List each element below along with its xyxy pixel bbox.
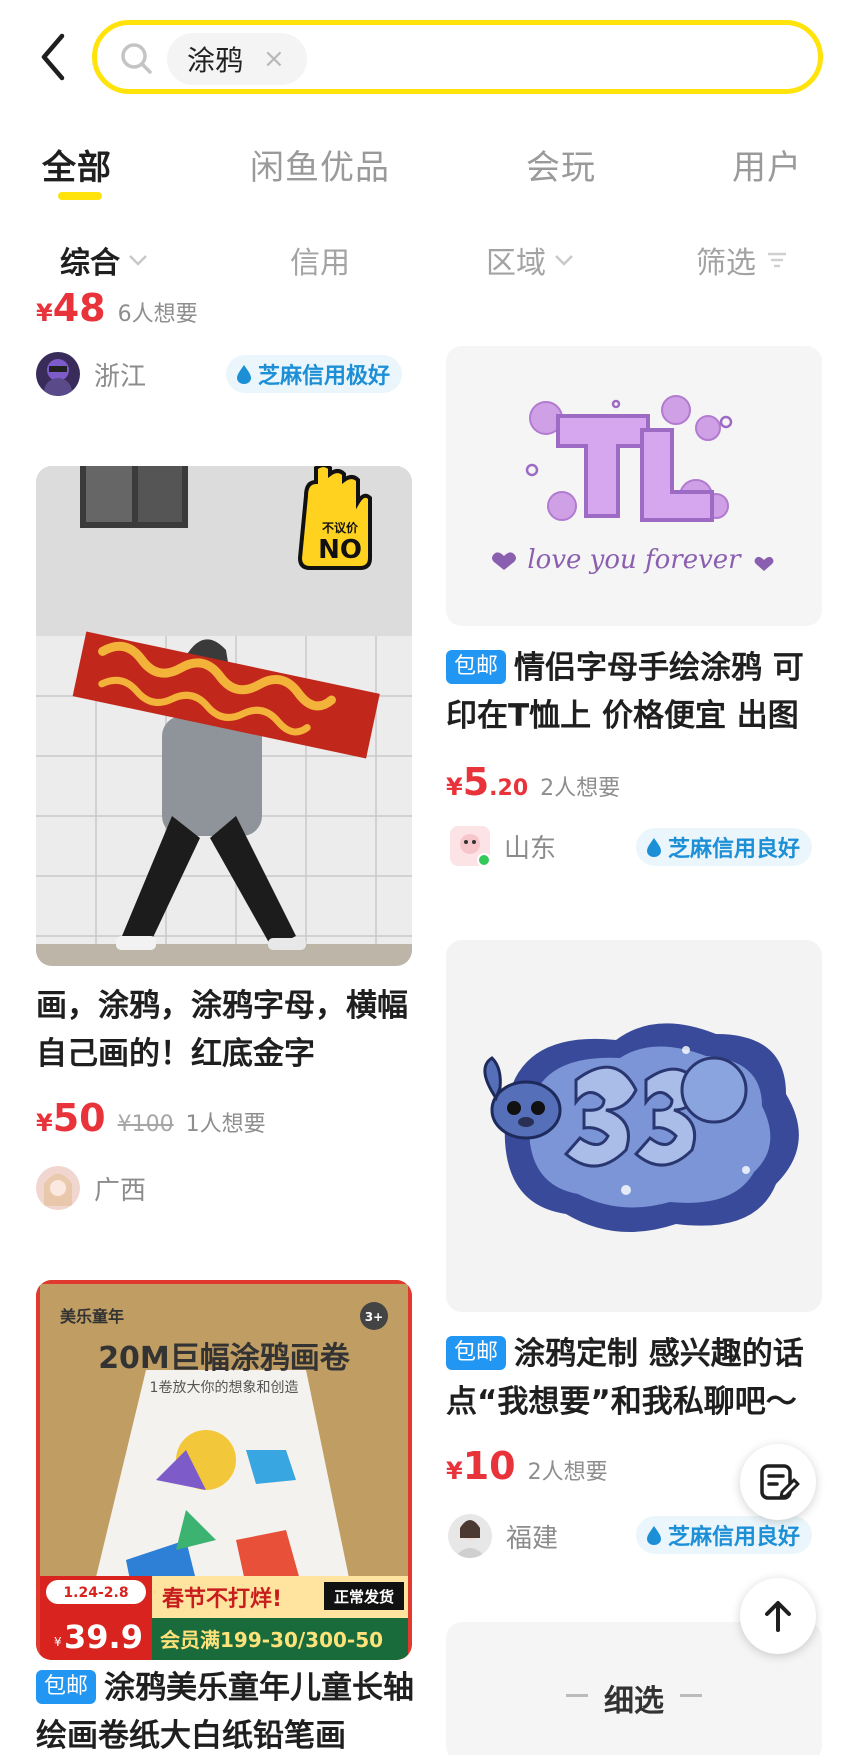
item-price-row: ¥ 5 .20 2人想要 <box>446 760 620 804</box>
filter-screen-label: 筛选 <box>696 246 756 281</box>
filter-screen[interactable]: 筛选 <box>696 238 788 282</box>
image-text-ship: 正常发货 <box>334 1588 394 1606</box>
search-keyword: 涂鸦 <box>187 44 244 77</box>
price-symbol: ¥ <box>446 773 463 801</box>
item-image[interactable] <box>446 940 822 1312</box>
item-title[interactable]: 包邮 涂鸦美乐童年儿童长轴绘画卷纸大白纸铅笔画 <box>36 1664 416 1755</box>
image-text-brand: 美乐童年 <box>60 1307 124 1326</box>
filter-comprehensive-label: 综合 <box>60 246 120 281</box>
image-text-member: 会员满199-30/300-50 <box>160 1628 383 1652</box>
item-image[interactable]: 美乐童年 3+ 20M巨幅涂鸦画卷 1卷放大你的想象和创造 1.24-2.8 ¥… <box>36 1280 412 1660</box>
free-shipping-tag: 包邮 <box>446 650 507 684</box>
image-text-headline: 20M巨幅涂鸦画卷 <box>98 1341 351 1376</box>
item-image[interactable]: 不议价 NO <box>36 466 412 966</box>
item-title[interactable]: 画，涂鸦，涂鸦字母，横幅 自己画的！红底金字 <box>36 982 416 1078</box>
avatar <box>448 1514 492 1558</box>
item-price-row: ¥ 50 ¥100 1人想要 <box>36 1096 266 1140</box>
seller-location: 浙江 <box>94 361 147 392</box>
filter-lines-icon <box>768 252 786 268</box>
free-shipping-tag: 包邮 <box>36 1670 97 1704</box>
svg-text:¥: ¥ <box>54 1635 62 1649</box>
credit-label: 芝麻信用极好 <box>258 364 391 389</box>
price-symbol: ¥ <box>446 1457 463 1485</box>
back-arrow-icon[interactable] <box>34 30 74 84</box>
chevron-down-icon <box>555 255 573 266</box>
filter-region-label: 区域 <box>486 246 546 281</box>
active-tab-indicator <box>58 192 102 200</box>
item-price-row: ¥ 10 2人想要 <box>446 1444 608 1488</box>
filter-credit-label: 信用 <box>290 246 350 281</box>
price-symbol: ¥ <box>36 299 53 326</box>
item-image[interactable]: love you forever <box>446 346 822 626</box>
want-count: 2人想要 <box>527 1460 608 1485</box>
item-title[interactable]: 包邮 情侣字母手绘涂鸦 可印在T恤上 价格便宜 出图 <box>446 644 826 740</box>
price-symbol: ¥ <box>36 1109 53 1137</box>
filter-comprehensive[interactable]: 综合 <box>60 238 148 282</box>
clear-keyword-icon[interactable]: × <box>263 44 285 74</box>
avatar <box>450 826 491 867</box>
search-box[interactable]: 涂鸦 × <box>92 20 823 94</box>
tab-xianyu-picks[interactable]: 闲鱼优品 <box>250 140 390 189</box>
item-title[interactable]: 包邮 涂鸦定制 感兴趣的话点“我想要”和我私聊吧～ <box>446 1330 826 1426</box>
arrow-up-icon <box>765 1601 791 1632</box>
image-text-love: love you forever <box>527 545 742 575</box>
edit-note-icon <box>760 1464 800 1500</box>
chevron-down-icon <box>129 255 147 266</box>
refine-label: 细选 <box>604 1684 664 1719</box>
price-value: 10 <box>462 1444 516 1488</box>
original-price: ¥100 <box>117 1112 174 1137</box>
sesame-credit-icon <box>237 365 251 384</box>
want-count: 1人想要 <box>185 1112 266 1137</box>
search-keyword-chip[interactable]: 涂鸦 × <box>167 33 307 85</box>
credit-badge: 芝麻信用良好 <box>636 828 813 866</box>
divider <box>680 1694 702 1697</box>
avatar <box>36 352 80 396</box>
tab-huiwan[interactable]: 会玩 <box>526 140 596 189</box>
seller-location: 福建 <box>506 1523 559 1554</box>
svg-text:NO: NO <box>318 535 362 565</box>
post-button[interactable] <box>740 1444 816 1520</box>
price-value: 5 <box>462 760 490 804</box>
image-text-dates: 1.24-2.8 <box>63 1585 128 1601</box>
seller-info[interactable]: 广西 <box>36 1166 146 1210</box>
price-value: 50 <box>52 1096 106 1140</box>
price-decimal: .20 <box>489 776 529 801</box>
item-price-row: ¥ 48 6人想要 <box>36 286 198 326</box>
seller-location: 山东 <box>504 833 557 864</box>
image-text-sub: 1卷放大你的想象和创造 <box>150 1380 299 1396</box>
image-text-promo: 春节不打烊! <box>162 1586 282 1612</box>
search-icon <box>117 39 157 79</box>
seller-location: 广西 <box>94 1175 147 1206</box>
filter-credit[interactable]: 信用 <box>290 238 350 282</box>
seller-info[interactable]: 山东 <box>450 826 557 867</box>
image-text-age: 3+ <box>365 1310 383 1324</box>
seller-info[interactable]: 浙江 <box>36 352 146 396</box>
image-text-stamp: 不议价 <box>322 520 359 535</box>
image-text-price: 39.9 <box>64 1618 143 1656</box>
credit-label: 芝麻信用良好 <box>668 1525 801 1550</box>
want-count: 6人想要 <box>117 302 198 326</box>
tab-all[interactable]: 全部 <box>42 140 112 189</box>
credit-badge: 芝麻信用极好 <box>226 355 403 393</box>
credit-label: 芝麻信用良好 <box>668 837 801 862</box>
back-to-top-button[interactable] <box>740 1578 816 1654</box>
free-shipping-tag: 包邮 <box>446 1336 507 1370</box>
price-value: 48 <box>52 286 106 326</box>
sesame-credit-icon <box>647 838 661 857</box>
want-count: 2人想要 <box>540 776 621 801</box>
avatar <box>36 1166 80 1210</box>
sesame-credit-icon <box>647 1526 661 1545</box>
credit-badge: 芝麻信用良好 <box>636 1516 813 1554</box>
category-tabs: 全部 闲鱼优品 会玩 用户 <box>0 140 853 200</box>
filter-region[interactable]: 区域 <box>486 238 574 282</box>
filter-bar: 综合 信用 区域 筛选 <box>0 238 853 288</box>
tab-users[interactable]: 用户 <box>732 140 802 189</box>
seller-info[interactable]: 福建 <box>448 1514 558 1558</box>
